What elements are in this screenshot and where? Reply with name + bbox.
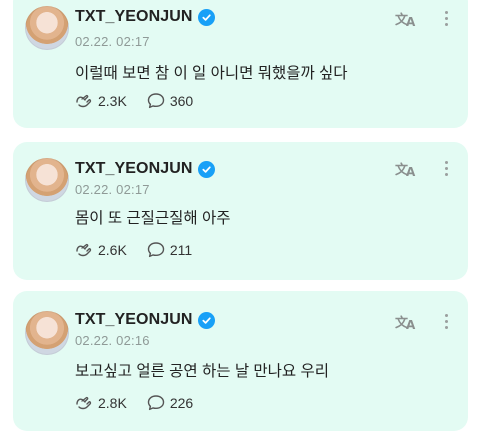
avatar[interactable]: [25, 311, 69, 355]
more-dot: [445, 17, 448, 20]
like-button[interactable]: 2.8K: [75, 395, 127, 411]
more-dot: [445, 320, 448, 323]
comment-button[interactable]: 211: [147, 241, 192, 258]
author-row: TXT_YEONJUN: [75, 8, 215, 26]
more-options-button[interactable]: [445, 161, 448, 176]
comment-button[interactable]: 226: [147, 394, 193, 411]
post-stats: 2.3K 360: [75, 92, 213, 109]
comment-bubble-icon: [147, 395, 165, 411]
more-vertical-icon: [445, 11, 448, 14]
post-card[interactable]: TXT_YEONJUN 02.22. 02:17 이럴때 보면 참 이 일 아니…: [13, 0, 468, 128]
post-stats: 2.8K 226: [75, 394, 213, 411]
more-options-button[interactable]: [445, 11, 448, 26]
more-vertical-icon: [445, 161, 448, 164]
post-card[interactable]: TXT_YEONJUN 02.22. 02:17 몸이 또 근질근질해 아주 2…: [13, 142, 468, 280]
comment-count: 226: [169, 394, 194, 411]
post-date: 02.22. 02:16: [75, 333, 150, 348]
post-text: 몸이 또 근질근질해 아주: [75, 210, 231, 227]
like-button[interactable]: 2.3K: [75, 93, 127, 109]
translate-button[interactable]: 文 A: [395, 160, 417, 179]
author-name[interactable]: TXT_YEONJUN: [75, 8, 193, 26]
post-card[interactable]: TXT_YEONJUN 02.22. 02:16 보고싶고 얼른 공연 하는 날…: [13, 291, 468, 431]
comment-count: 211: [169, 241, 193, 258]
translate-icon: 文 A: [395, 12, 416, 29]
translate-icon: 文 A: [395, 315, 416, 332]
verified-badge-icon: [197, 311, 215, 329]
avatar[interactable]: [25, 6, 69, 50]
author-name[interactable]: TXT_YEONJUN: [75, 311, 193, 329]
like-hands-icon: [76, 243, 92, 256]
more-dot: [445, 173, 448, 176]
more-options-button[interactable]: [445, 314, 448, 329]
like-count: 2.8K: [98, 394, 127, 411]
comment-bubble-icon: [147, 93, 165, 109]
more-dot: [445, 167, 448, 170]
verified-badge-icon: [197, 8, 215, 26]
like-count: 2.6K: [98, 241, 127, 258]
comment-button[interactable]: 360: [147, 92, 193, 109]
author-row: TXT_YEONJUN: [75, 160, 215, 178]
svg-text:A: A: [406, 15, 416, 28]
more-vertical-icon: [445, 314, 448, 317]
translate-button[interactable]: 文 A: [395, 10, 417, 29]
svg-text:A: A: [406, 318, 416, 331]
comment-count: 360: [169, 92, 194, 109]
post-stats: 2.6K 211: [75, 241, 212, 258]
post-text: 이럴때 보면 참 이 일 아니면 뭐했을까 싶다: [75, 65, 348, 82]
more-dot: [445, 23, 448, 26]
like-button[interactable]: 2.6K: [75, 242, 127, 258]
more-dot: [445, 326, 448, 329]
comment-bubble-icon: [147, 242, 165, 258]
verified-badge-icon: [197, 160, 215, 178]
like-hands-icon: [76, 396, 92, 409]
like-count: 2.3K: [98, 92, 127, 109]
like-hands-icon: [76, 94, 92, 107]
author-name[interactable]: TXT_YEONJUN: [75, 160, 193, 178]
svg-text:A: A: [406, 165, 416, 178]
post-date: 02.22. 02:17: [75, 34, 150, 49]
post-date: 02.22. 02:17: [75, 182, 150, 197]
avatar[interactable]: [25, 158, 69, 202]
translate-icon: 文 A: [395, 162, 416, 179]
author-row: TXT_YEONJUN: [75, 311, 215, 329]
translate-button[interactable]: 文 A: [395, 313, 417, 332]
post-text: 보고싶고 얼른 공연 하는 날 만나요 우리: [75, 363, 329, 380]
